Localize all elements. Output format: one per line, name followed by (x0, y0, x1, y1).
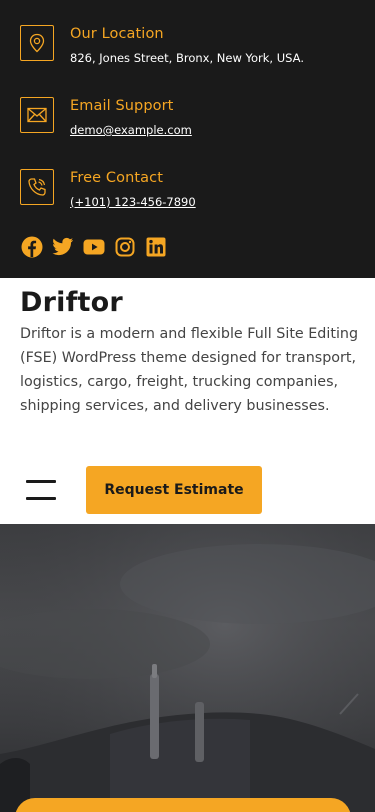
social-links (21, 236, 167, 258)
menu-toggle-button[interactable] (26, 480, 56, 500)
phone-icon (20, 169, 54, 205)
top-contact-bar: Our Location 826, Jones Street, Bronx, N… (0, 0, 375, 278)
map-pin-icon (20, 25, 54, 61)
youtube-icon[interactable] (83, 236, 105, 258)
phone-link[interactable]: (+101) 123-456-7890 (70, 194, 196, 210)
envelope-icon (20, 97, 54, 133)
instagram-icon[interactable] (114, 236, 136, 258)
phone-label: Free Contact (70, 170, 163, 186)
location-value: 826, Jones Street, Bronx, New York, USA. (70, 51, 304, 65)
email-label: Email Support (70, 98, 174, 114)
menu-bar-bottom (26, 497, 56, 500)
contact-phone: Free Contact (+101) 123-456-7890 (20, 169, 196, 210)
site-description: Driftor is a modern and flexible Full Si… (20, 326, 359, 414)
location-label: Our Location (70, 26, 164, 42)
contact-email: Email Support demo@example.com (20, 97, 192, 138)
email-link[interactable]: demo@example.com (70, 122, 192, 138)
contact-location: Our Location 826, Jones Street, Bronx, N… (20, 25, 304, 66)
hero-image (0, 524, 375, 812)
site-title[interactable]: Driftor (20, 287, 123, 318)
hero-card (15, 798, 351, 812)
menu-bar-top (26, 480, 56, 483)
hero-photo (0, 524, 375, 812)
twitter-icon[interactable] (52, 236, 74, 258)
linkedin-icon[interactable] (145, 236, 167, 258)
facebook-icon[interactable] (21, 236, 43, 258)
request-estimate-button[interactable]: Request Estimate (86, 466, 262, 514)
